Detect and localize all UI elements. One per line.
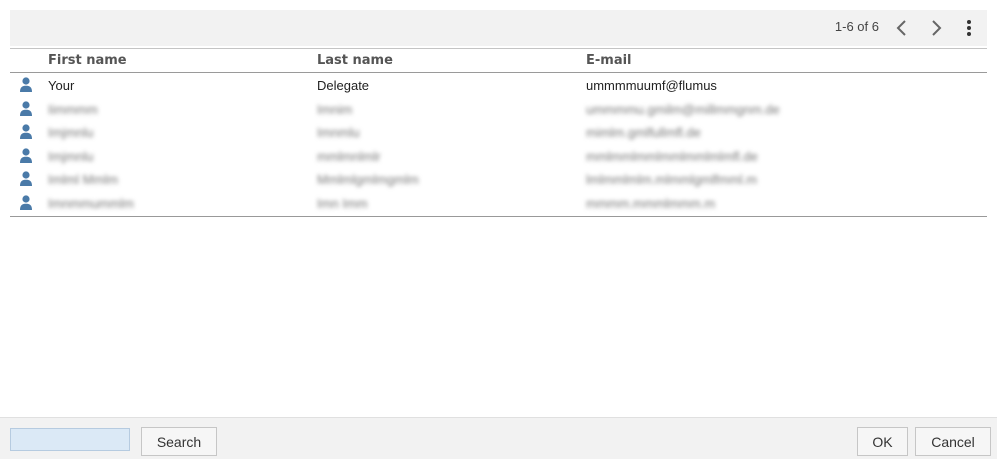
user-icon [19,124,33,140]
cell-email: mimlm.gmlfullmfl.de [586,125,701,140]
cell-email: mmlmmlmmlmmlmmlmlmfl.de [586,148,758,164]
column-header-email[interactable]: E-mail [586,53,632,68]
cell-first-name: Imjmnlu [48,125,94,140]
ok-button[interactable]: OK [857,427,908,456]
table-row[interactable]: Your Delegate ummmmuumf@flumus [10,74,987,97]
cell-first-name: Imjmnlu [48,148,94,164]
user-grid: First name Last name E-mail Your Delegate… [10,48,987,217]
cell-first-name: Imnmmummlm [48,195,134,211]
search-input[interactable] [10,428,130,451]
cell-first-name: Imlml Mmlm [48,172,119,187]
chevron-right-icon[interactable] [925,16,949,40]
table-row[interactable]: Iimmmm Imnim ummmmu.gmilm@millmmgnm.de [10,98,987,121]
search-button[interactable]: Search [141,427,217,456]
cell-first-name: Iimmmm [48,101,98,117]
column-header-last-name[interactable]: Last name [317,53,393,68]
more-vertical-icon[interactable] [957,16,981,40]
cell-first-name: Your [48,78,75,93]
cancel-button[interactable]: Cancel [915,427,991,456]
cell-email: mmmm.mmmlmmm.m [586,195,716,211]
grid-toolbar: 1-6 of 6 [10,10,987,46]
table-row[interactable]: Imnmmummlm Imn Imm mmmm.mmmlmmm.m [10,192,987,215]
column-header-first-name[interactable]: First name [48,53,127,68]
dialog-footer: Search OK Cancel [0,417,997,459]
user-icon [19,194,33,211]
grid-header: First name Last name E-mail [10,49,987,73]
user-icon [19,77,33,93]
table-row[interactable]: Imjmnlu mmlmnlmlr mmlmmlmmlmmlmmlmlmfl.de [10,145,987,168]
user-icon [19,100,33,117]
table-row[interactable]: Imlml Mmlm Mmlmlgmlmgmlm lmlmmlmlm.mlmmlgm… [10,168,987,191]
cell-email: lmlmmlmlm.mlmmlgmlfmml.m [586,172,758,187]
cell-last-name: Imnmlu [317,125,360,140]
chevron-left-icon[interactable] [889,16,913,40]
cell-last-name: Imn Imm [317,195,368,211]
cell-last-name: mmlmnlmlr [317,148,381,164]
cell-last-name: Delegate [317,78,370,93]
user-icon [19,171,33,187]
table-row[interactable]: Imjmnlu Imnmlu mimlm.gmlfullmfl.de [10,121,987,144]
user-icon [19,147,33,164]
cell-last-name: Mmlmlgmlmgmlm [317,172,419,187]
cell-email: ummmmu.gmilm@millmmgnm.de [586,101,780,117]
cell-email: ummmmuumf@flumus [586,78,717,93]
cell-last-name: Imnim [317,101,353,117]
pager-text: 1-6 of 6 [834,19,879,34]
